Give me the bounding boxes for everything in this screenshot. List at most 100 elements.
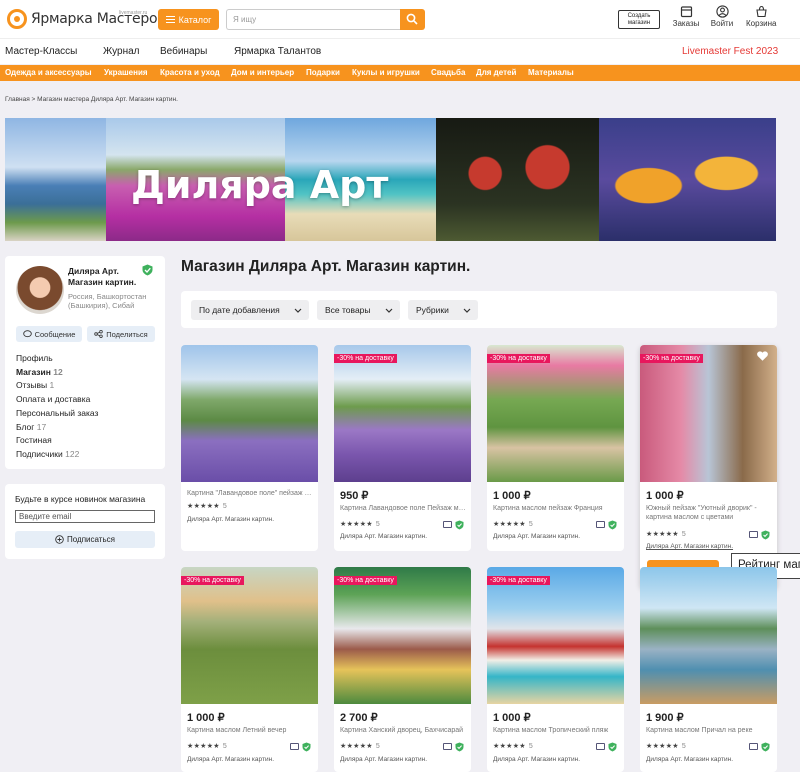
category-home[interactable]: Дом и интерьер [231, 68, 294, 77]
product-price: 2 700 ₽ [340, 712, 378, 724]
product-card[interactable]: 1 900 ₽ Картина маслом Причал на реке ★★… [640, 567, 777, 772]
product-title[interactable]: Картина Лавандовое поле Пейзаж маслом [340, 504, 466, 513]
cart-link[interactable]: Корзина [746, 5, 776, 28]
search-icon [406, 13, 418, 25]
delivery-icon [443, 743, 452, 750]
chat-icon [22, 330, 32, 338]
discount-badge: -30% на доставку [334, 576, 397, 585]
product-image[interactable] [334, 567, 471, 704]
logo[interactable]: Ярмарка Мастеров livemaster.ru [7, 9, 165, 29]
product-card[interactable]: -30% на доставку 1 000 ₽ Картина маслом … [487, 567, 624, 772]
product-shop[interactable]: Диляра Арт. Магазин картин. [646, 756, 733, 763]
product-image[interactable] [181, 567, 318, 704]
breadcrumb[interactable]: Главная > Магазин мастера Диляра Арт. Ма… [5, 96, 178, 103]
product-shop[interactable]: Диляра Арт. Магазин картин. [493, 756, 580, 763]
share-button[interactable]: Поделиться [87, 326, 155, 342]
menu-item-blog[interactable]: Блог 17 [16, 421, 98, 435]
product-image[interactable] [640, 567, 777, 704]
product-title[interactable]: Картина "Лавандовое поле" пейзаж маслом [187, 489, 313, 498]
category-bar: Одежда и аксессуары Украшения Красота и … [0, 65, 800, 81]
rubrics-select[interactable]: Рубрики [408, 300, 478, 320]
product-rating: ★★★★★ 5 [340, 521, 380, 528]
product-title[interactable]: Южный пейзаж "Уютный дворик" - картина м… [646, 504, 772, 522]
product-rating: ★★★★★ 5 [493, 743, 533, 750]
cart-icon [755, 5, 767, 18]
product-card[interactable]: -30% на доставку 1 000 ₽ Картина маслом … [487, 345, 624, 551]
product-shop[interactable]: Диляра Арт. Магазин картин. [187, 756, 274, 763]
message-button[interactable]: Сообщение [16, 326, 82, 342]
shield-icon [761, 742, 770, 752]
create-shop-button[interactable]: Создать магазин [618, 10, 660, 29]
product-image[interactable] [334, 345, 471, 482]
nav-talents[interactable]: Ярмарка Талантов [234, 46, 321, 57]
menu-item-custom-order[interactable]: Персональный заказ [16, 407, 98, 421]
menu-item-payment[interactable]: Оплата и доставка [16, 393, 98, 407]
plus-circle-icon [55, 535, 64, 544]
product-card[interactable]: -30% на доставку 1 000 ₽ Картина маслом … [181, 567, 318, 772]
category-gifts[interactable]: Подарки [306, 68, 340, 77]
sort-select[interactable]: По дате добавления [191, 300, 309, 320]
rating-count: 5 [681, 531, 686, 538]
product-rating: ★★★★★ 5 [646, 531, 686, 538]
products-label: Все товары [325, 305, 371, 315]
share-icon [94, 330, 103, 338]
product-title[interactable]: Картина маслом пейзаж Франция [493, 504, 619, 513]
product-shop[interactable]: Диляра Арт. Магазин картин. [187, 516, 274, 523]
nav-master-classes[interactable]: Мастер-Классы [5, 46, 77, 57]
category-wedding[interactable]: Свадьба [431, 68, 465, 77]
product-title[interactable]: Картина маслом Летний вечер [187, 726, 313, 735]
product-card[interactable]: -30% на доставку 2 700 ₽ Картина Ханский… [334, 567, 471, 772]
menu-item-subscribers[interactable]: Подписчики 122 [16, 448, 98, 462]
product-title[interactable]: Картина маслом Причал на реке [646, 726, 772, 735]
category-materials[interactable]: Материалы [528, 68, 574, 77]
product-shop[interactable]: Диляра Арт. Магазин картин. [340, 533, 427, 540]
menu-item-profile[interactable]: Профиль [16, 352, 98, 366]
rating-count: 5 [681, 743, 686, 750]
product-rating: ★★★★★ 5 [187, 503, 227, 510]
category-dolls[interactable]: Куклы и игрушки [352, 68, 420, 77]
product-card[interactable]: -30% на доставку 950 ₽ Картина Лавандово… [334, 345, 471, 551]
product-image[interactable] [487, 345, 624, 482]
avatar[interactable] [16, 266, 64, 314]
catalog-button[interactable]: Каталог [158, 9, 219, 30]
search-button[interactable] [400, 9, 425, 30]
email-field[interactable]: Введите email [15, 510, 155, 523]
product-image[interactable] [640, 345, 777, 482]
subscribe-button[interactable]: Подписаться [15, 531, 155, 548]
nav-fest[interactable]: Livemaster Fest 2023 [682, 46, 778, 57]
rubrics-label: Рубрики [416, 305, 449, 315]
product-title[interactable]: Картина Ханский дворец, Бахчисарай [340, 726, 466, 735]
category-kids[interactable]: Для детей [476, 68, 516, 77]
orders-link[interactable]: Заказы [671, 5, 701, 28]
rating-count: 5 [375, 743, 380, 750]
search-input[interactable]: Я ищу [226, 9, 401, 30]
menu-item-shop[interactable]: Магазин 12 [16, 366, 98, 380]
top-header: Ярмарка Мастеров livemaster.ru Каталог Я… [0, 0, 800, 38]
subscribe-label: Подписаться [67, 535, 115, 544]
nav-journal[interactable]: Журнал [103, 46, 140, 57]
category-clothes[interactable]: Одежда и аксессуары [5, 68, 92, 77]
products-select[interactable]: Все товары [317, 300, 400, 320]
orders-label: Заказы [672, 19, 700, 28]
product-image[interactable] [487, 567, 624, 704]
login-link[interactable]: Войти [707, 5, 737, 28]
product-title[interactable]: Картина маслом Тропический пляж [493, 726, 619, 735]
product-price: 1 000 ₽ [187, 712, 225, 724]
product-image[interactable] [181, 345, 318, 482]
product-shop[interactable]: Диляра Арт. Магазин картин. [493, 533, 580, 540]
category-beauty[interactable]: Красота и уход [160, 68, 220, 77]
delivery-icon [749, 531, 758, 538]
category-jewelry[interactable]: Украшения [104, 68, 148, 77]
product-card-hovered[interactable]: -30% на доставку 1 000 ₽ Южный пейзаж "У… [640, 345, 777, 588]
product-shop[interactable]: Диляра Арт. Магазин картин. [646, 543, 733, 550]
rating-count: 5 [528, 743, 533, 750]
favorite-heart-icon[interactable] [757, 351, 768, 361]
menu-item-reviews[interactable]: Отзывы 1 [16, 379, 98, 393]
menu-count: 1 [49, 380, 55, 391]
menu-count: 12 [53, 366, 63, 377]
menu-item-lounge[interactable]: Гостиная [16, 434, 98, 448]
shop-name[interactable]: Диляра Арт. Магазин картин. [68, 266, 148, 288]
nav-webinars[interactable]: Вебинары [160, 46, 207, 57]
product-card[interactable]: Картина "Лавандовое поле" пейзаж маслом … [181, 345, 318, 551]
product-shop[interactable]: Диляра Арт. Магазин картин. [340, 756, 427, 763]
